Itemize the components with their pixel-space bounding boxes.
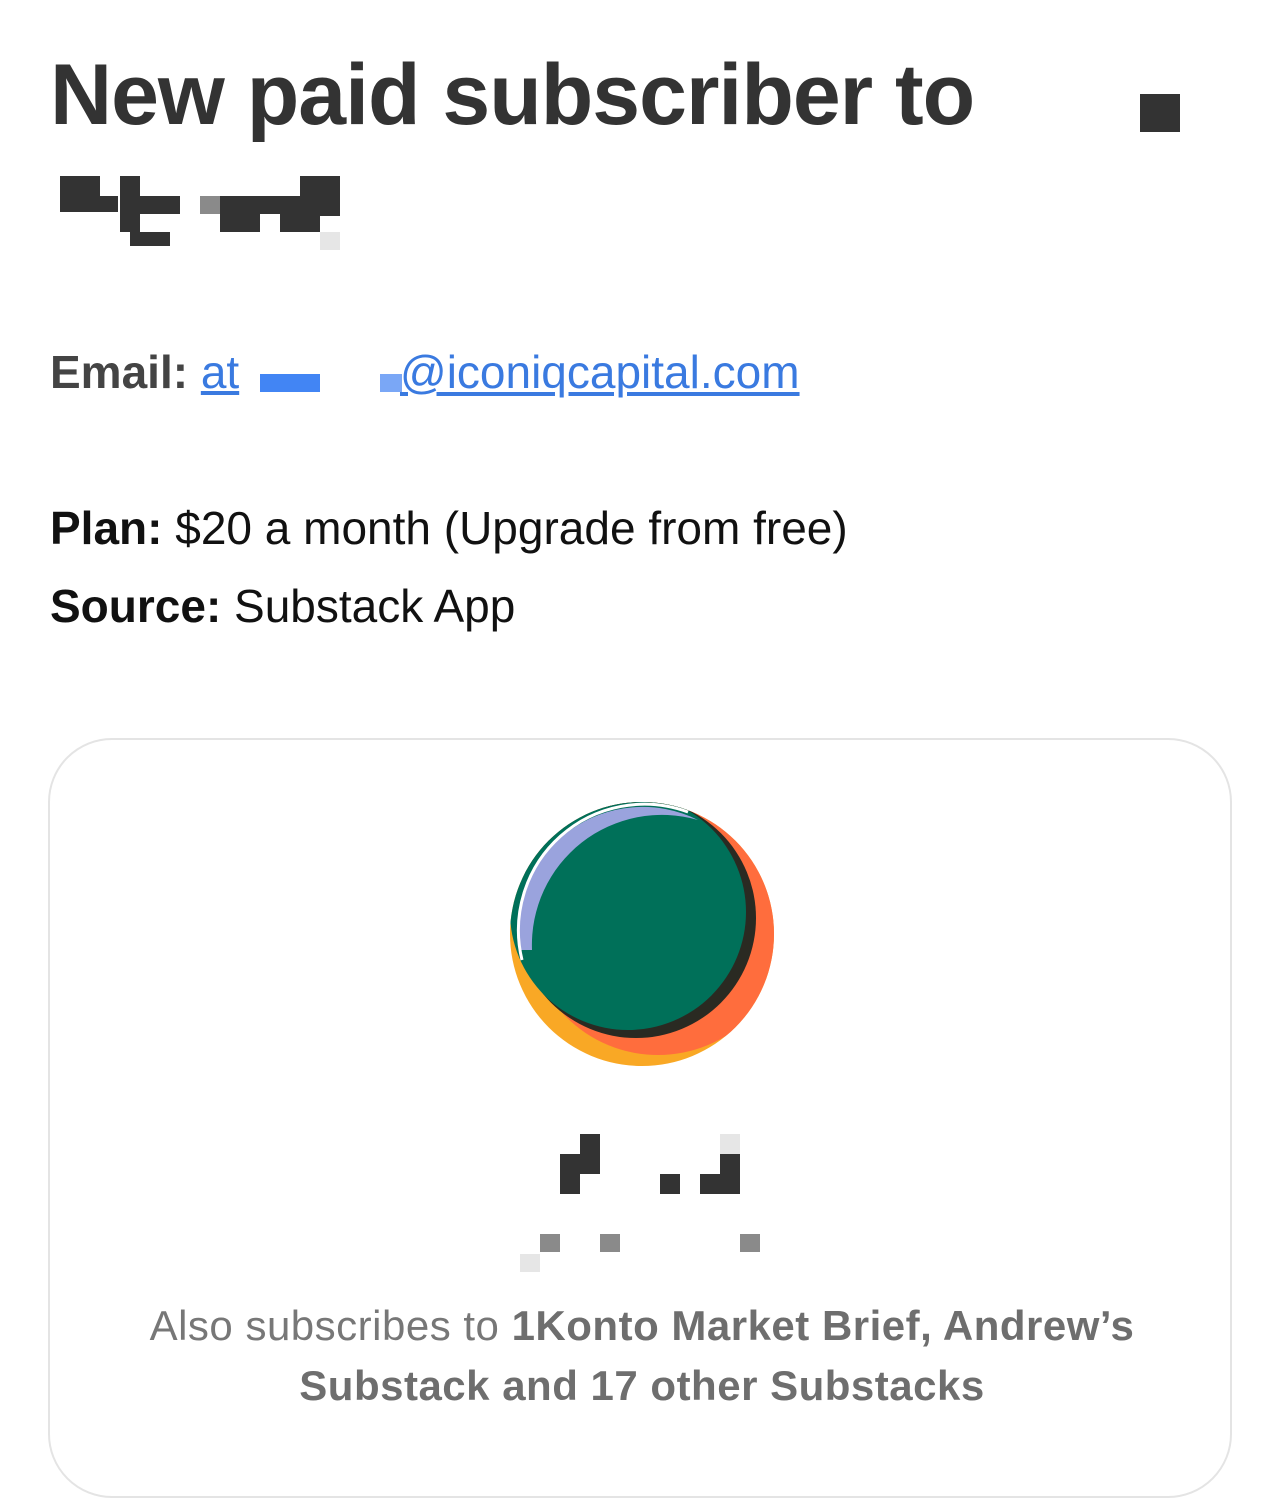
email-row: Email: at	[50, 344, 239, 400]
email-prefix[interactable]: at	[201, 346, 239, 398]
also-prefix: Also subscribes to	[149, 1302, 500, 1349]
publication-logo-icon	[510, 802, 774, 1066]
email-notification: New paid subscriber to Email: at @iconiq…	[0, 0, 1284, 1498]
plan-row: Plan: $20 a month (Upgrade from free)	[50, 500, 848, 556]
page-title: New paid subscriber to	[50, 46, 975, 144]
source-row: Source: Substack App	[50, 578, 515, 634]
email-domain-row: @iconiqcapital.com	[400, 344, 800, 400]
source-value: Substack App	[234, 580, 516, 632]
plan-value: $20 a month (Upgrade from free)	[175, 502, 848, 554]
email-label: Email:	[50, 346, 189, 398]
email-link[interactable]: at	[201, 346, 239, 398]
also-subscribes-text: Also subscribes to 1Konto Market Brief, …	[100, 1296, 1184, 1416]
email-domain-link[interactable]: @iconiqcapital.com	[400, 346, 800, 398]
source-label: Source:	[50, 580, 222, 632]
plan-label: Plan:	[50, 502, 163, 554]
title-text: New paid subscriber to	[50, 47, 975, 143]
